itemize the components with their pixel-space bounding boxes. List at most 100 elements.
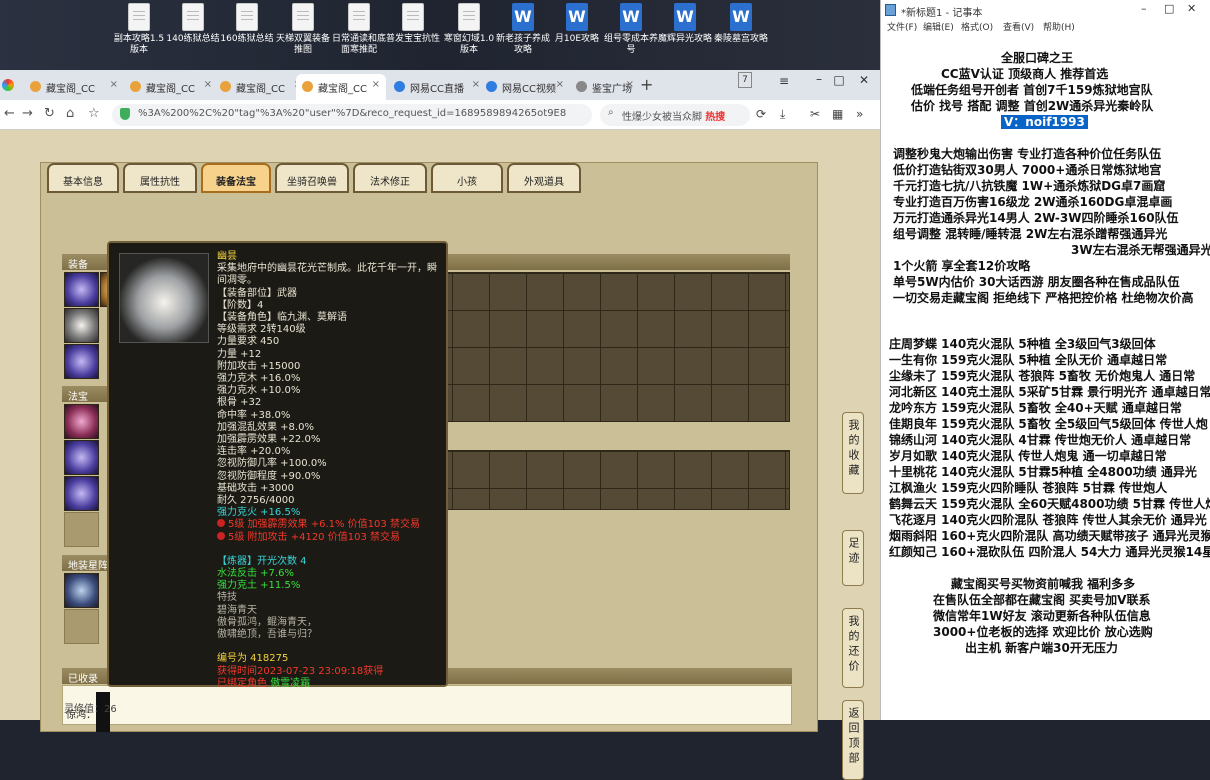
desktop-doc-file[interactable]: 160练狱总结 <box>218 2 276 68</box>
trait-line: 碧海青天 <box>217 604 257 616</box>
home-icon[interactable]: ⌂ <box>66 106 74 121</box>
close-icon[interactable]: × <box>372 79 380 90</box>
item-special-stat: 强力克火 +16.5% <box>217 507 301 519</box>
cbg-favicon-icon <box>130 81 141 92</box>
tab-spells[interactable]: 法术修正 <box>353 163 427 193</box>
tab-3[interactable]: 藏宝阁_CC × <box>296 74 386 100</box>
ground-fabao-slot[interactable] <box>64 609 99 644</box>
fabao-slot[interactable] <box>64 404 99 439</box>
tab-attributes[interactable]: 属性抗性 <box>123 163 197 193</box>
desktop-word-file[interactable]: W 秦陵墓宫攻略 <box>712 2 770 68</box>
ground-fabao-header: 地装星阵 <box>62 555 108 572</box>
desktop-word-file[interactable]: W 组号零成本养号 <box>602 2 660 68</box>
ground-fabao-slot[interactable] <box>64 573 99 608</box>
document-icon <box>348 3 370 31</box>
text-line: 飞花逐月 140克火四阶混队 苍狼阵 传世人其余无价 通异光 <box>889 513 1207 527</box>
address-bar: ← → ↻ ⌂ ☆ %3A%200%2C%20"tag"%3A%20"user"… <box>0 100 880 130</box>
menu-icon[interactable]: ≡ <box>770 74 798 88</box>
bookmark-star-icon[interactable]: ☆ <box>88 106 100 121</box>
document-icon <box>402 3 424 31</box>
desktop-doc-file[interactable]: 140练狱总结 <box>164 2 222 68</box>
close-icon[interactable]: × <box>626 79 634 90</box>
back-icon[interactable]: ← <box>4 106 15 121</box>
text-line: 一切交易走藏宝阁 拒绝线下 严格把控价格 杜绝物次价高 <box>893 291 1194 305</box>
item-stat: 强力克水 +10.0% <box>217 385 301 397</box>
equip-slot-weapon[interactable] <box>64 308 99 343</box>
desktop-doc-file[interactable]: 日常通读和底面寒推配 <box>330 2 388 68</box>
tab-0[interactable]: 藏宝阁_CC × <box>24 74 124 100</box>
desktop-icon-label: 秦陵墓宫攻略 <box>713 34 768 44</box>
cc-favicon-icon <box>486 81 497 92</box>
trait-line: 傲啸绝顶，吾谁与归？ <box>217 629 317 641</box>
minimize-icon[interactable]: – <box>1141 2 1147 15</box>
tab-mounts[interactable]: 坐骑召唤兽 <box>275 163 349 193</box>
equip-slot[interactable] <box>64 272 99 307</box>
close-window-icon[interactable]: ✕ <box>850 73 878 87</box>
desktop-doc-file[interactable]: 寒窗幻域1.0版本 <box>440 2 498 68</box>
maximize-icon[interactable]: □ <box>825 73 853 87</box>
new-tab-icon[interactable]: + <box>640 75 653 94</box>
fabao-slot[interactable] <box>64 440 99 475</box>
more-icon[interactable]: » <box>856 107 863 121</box>
tab-appearance[interactable]: 外观道具 <box>507 163 581 193</box>
forward-icon[interactable]: → <box>22 106 33 121</box>
tab-2[interactable]: 藏宝阁_CC× <box>214 74 308 100</box>
tab-basic-info[interactable]: 基本信息 <box>47 163 119 193</box>
desktop-doc-file[interactable]: 天梯双翼装备推图 <box>274 2 332 68</box>
tab-6[interactable]: 鉴宝广场 × <box>570 74 640 100</box>
close-icon[interactable]: × <box>556 79 564 90</box>
maximize-icon[interactable]: □ <box>1164 2 1174 15</box>
desktop-icon-label: 副本攻略1.5版本 <box>113 34 165 55</box>
tab-children[interactable]: 小孩 <box>431 163 503 193</box>
side-tab-top[interactable]: 返回顶部 <box>842 700 864 780</box>
tab-equipment[interactable]: 装备法宝 <box>201 163 271 193</box>
fabao-slot[interactable] <box>64 476 99 511</box>
equip-slot[interactable] <box>64 344 99 379</box>
tab-counter[interactable]: 7 <box>738 72 752 88</box>
desktop-word-file[interactable]: W 月10E攻略 <box>548 2 606 68</box>
obtain-time-line: 获得时间2023-07-23 23:09:18获得 <box>217 665 384 677</box>
tab-1[interactable]: 藏宝阁_CC × <box>124 74 218 100</box>
refresh-icon[interactable]: ⟳ <box>756 107 766 121</box>
item-level-req: 等级需求 2转140级 <box>217 324 306 336</box>
side-tab-offers[interactable]: 我的还价 <box>842 608 864 688</box>
refine-stat: 强力克土 +11.5% <box>217 580 301 592</box>
word-file-icon: W <box>730 3 752 31</box>
url-input[interactable]: %3A%200%2C%20"tag"%3A%20"user"%7D&reco_r… <box>112 104 592 126</box>
desktop-icon-label: 日常通读和底面寒推配 <box>331 34 386 55</box>
notepad-text-area[interactable]: 全服口碑之王 CC蓝V认证 顶级商人 推荐首选 低端任务组号开创者 首创7千15… <box>881 36 1210 720</box>
tab-4[interactable]: 网易CC直播 × <box>388 74 486 100</box>
tab-5[interactable]: 网易CC视频 × <box>480 74 570 100</box>
desktop-icon-label: 160练狱总结 <box>220 34 274 44</box>
side-tab-favorites[interactable]: 我的收藏 <box>842 412 864 494</box>
desktop-doc-file[interactable]: 普发宝宝抗性 <box>384 2 442 68</box>
desktop-doc-file[interactable]: 副本攻略1.5版本 <box>110 2 168 68</box>
notepad-titlebar: *新标题1 - 记事本 – □ ✕ <box>881 0 1210 20</box>
close-icon[interactable]: × <box>204 79 212 90</box>
item-part: 【装备部位】武器 <box>217 287 297 299</box>
search-input[interactable]: ⌕ 性爆少女被当众脚 热搜 <box>600 104 750 126</box>
close-icon[interactable]: × <box>110 79 118 90</box>
menu-view[interactable]: 查看(V) <box>1003 20 1034 33</box>
close-icon[interactable]: × <box>472 79 480 90</box>
reload-icon[interactable]: ↻ <box>44 106 55 121</box>
desktop-word-file[interactable]: W 新老孩子养成攻略 <box>494 2 552 68</box>
document-icon <box>182 3 204 31</box>
menu-edit[interactable]: 编辑(E) <box>923 20 954 33</box>
item-stat: 忽视防御程度 +90.0% <box>217 470 321 482</box>
item-stat: 基础攻击 +3000 <box>217 482 295 494</box>
text-line: 烟雨斜阳 160+克火四阶混队 高功绩天赋带孩子 通异光灵猴 <box>889 529 1210 543</box>
menu-file[interactable]: 文件(F) <box>887 20 917 33</box>
scissors-icon[interactable]: ✂ <box>810 107 820 121</box>
download-icon[interactable]: ⤓ <box>780 107 785 122</box>
menu-format[interactable]: 格式(O) <box>961 20 993 33</box>
desktop-word-file[interactable]: W 魔辉异光攻略 <box>656 2 714 68</box>
menu-help[interactable]: 帮助(H) <box>1043 20 1075 33</box>
fabao-slot[interactable] <box>64 512 99 547</box>
grid-icon[interactable]: ▦ <box>832 107 843 121</box>
side-tab-history[interactable]: 足迹 <box>842 530 864 586</box>
text-line: 1个火箭 享全套12价攻略 <box>893 259 1031 273</box>
close-icon[interactable]: ✕ <box>1187 2 1196 15</box>
